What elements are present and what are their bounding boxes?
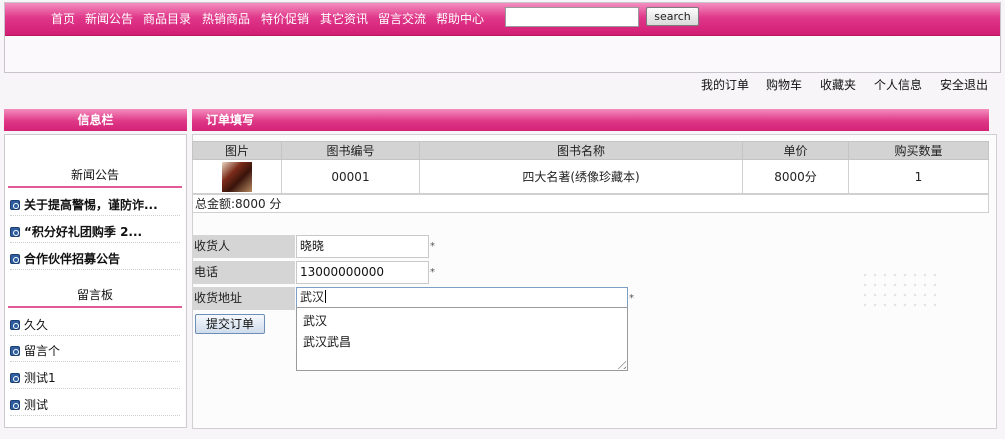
col-header-price: 单价 [742, 141, 849, 160]
col-header-name: 图书名称 [419, 141, 743, 160]
message-item[interactable]: 测试 [10, 394, 180, 416]
nav-catalog[interactable]: 商品目录 [143, 12, 191, 26]
col-header-qty: 购买数量 [848, 141, 989, 160]
profile-link[interactable]: 个人信息 [874, 76, 922, 93]
required-mark: * [430, 267, 435, 278]
nav-home[interactable]: 首页 [51, 12, 75, 26]
message-item[interactable]: 测试1 [10, 367, 180, 389]
bullet-icon [10, 200, 20, 210]
autocomplete-option[interactable]: 武汉 [303, 312, 327, 329]
resize-grip-icon[interactable] [614, 357, 626, 369]
nav-news[interactable]: 新闻公告 [85, 12, 133, 26]
address-autocomplete: 武汉 武汉武昌 [296, 307, 628, 371]
autocomplete-option[interactable]: 武汉武昌 [303, 333, 351, 350]
phone-label: 电话 [192, 261, 295, 284]
submit-order-button[interactable]: 提交订单 [195, 314, 265, 334]
order-table: 图片 图书编号 图书名称 单价 购买数量 00001 四大名著(绣像珍藏本) 8… [192, 141, 989, 194]
messages-section-title: 留言板 [8, 283, 182, 308]
search-input[interactable] [505, 7, 639, 27]
news-section-title: 新闻公告 [8, 163, 182, 188]
top-navbar: 首页 新闻公告 商品目录 热销商品 特价促销 其它资讯 留言交流 帮助中心 [5, 3, 1000, 36]
bullet-icon [10, 400, 20, 410]
cell-image [192, 159, 282, 194]
nav-messages[interactable]: 留言交流 [378, 12, 426, 26]
order-total: 总金额:8000 分 [192, 194, 989, 213]
search-button[interactable]: search [646, 7, 699, 26]
address-label: 收货地址 [192, 287, 295, 310]
my-orders-link[interactable]: 我的订单 [701, 76, 749, 93]
required-mark: * [629, 293, 634, 304]
nav-help[interactable]: 帮助中心 [436, 12, 484, 26]
bullet-icon [10, 346, 20, 356]
news-item[interactable]: 关于提高警惕，谨防诈... [10, 194, 180, 216]
favorites-link[interactable]: 收藏夹 [820, 76, 856, 93]
receiver-label: 收货人 [192, 235, 295, 258]
cell-price: 8000分 [742, 159, 849, 194]
cell-qty: 1 [848, 159, 989, 194]
nav-specials[interactable]: 特价促销 [261, 12, 309, 26]
phone-input[interactable]: 13000000000 [296, 261, 429, 284]
nav-info[interactable]: 其它资讯 [320, 12, 368, 26]
cell-name: 四大名著(绣像珍藏本) [419, 159, 743, 194]
message-item[interactable]: 久久 [10, 314, 180, 336]
bullet-icon [10, 320, 20, 330]
news-item[interactable]: “积分好礼团购季 2... [10, 221, 180, 243]
message-item[interactable]: 留言个 [10, 340, 180, 362]
cell-id: 00001 [281, 159, 420, 194]
address-input[interactable]: 武汉 [296, 287, 628, 308]
logout-link[interactable]: 安全退出 [940, 76, 988, 93]
table-header-row: 图片 图书编号 图书名称 单价 购买数量 [192, 141, 989, 160]
col-header-id: 图书编号 [281, 141, 420, 160]
cart-link[interactable]: 购物车 [766, 76, 802, 93]
required-mark: * [430, 241, 435, 252]
bullet-icon [10, 227, 20, 237]
col-header-image: 图片 [192, 141, 282, 160]
receiver-input[interactable]: 晓晓 [296, 235, 429, 258]
nav-hot[interactable]: 热销商品 [202, 12, 250, 26]
decorative-dots [860, 270, 940, 310]
book-thumbnail[interactable] [222, 161, 252, 192]
main-title: 订单填写 [192, 109, 989, 131]
bullet-icon [10, 254, 20, 264]
table-row: 00001 四大名著(绣像珍藏本) 8000分 1 [192, 159, 989, 194]
sidebar-title: 信息栏 [4, 109, 187, 131]
news-item[interactable]: 合作伙伴招募公告 [10, 248, 180, 270]
bullet-icon [10, 373, 20, 383]
